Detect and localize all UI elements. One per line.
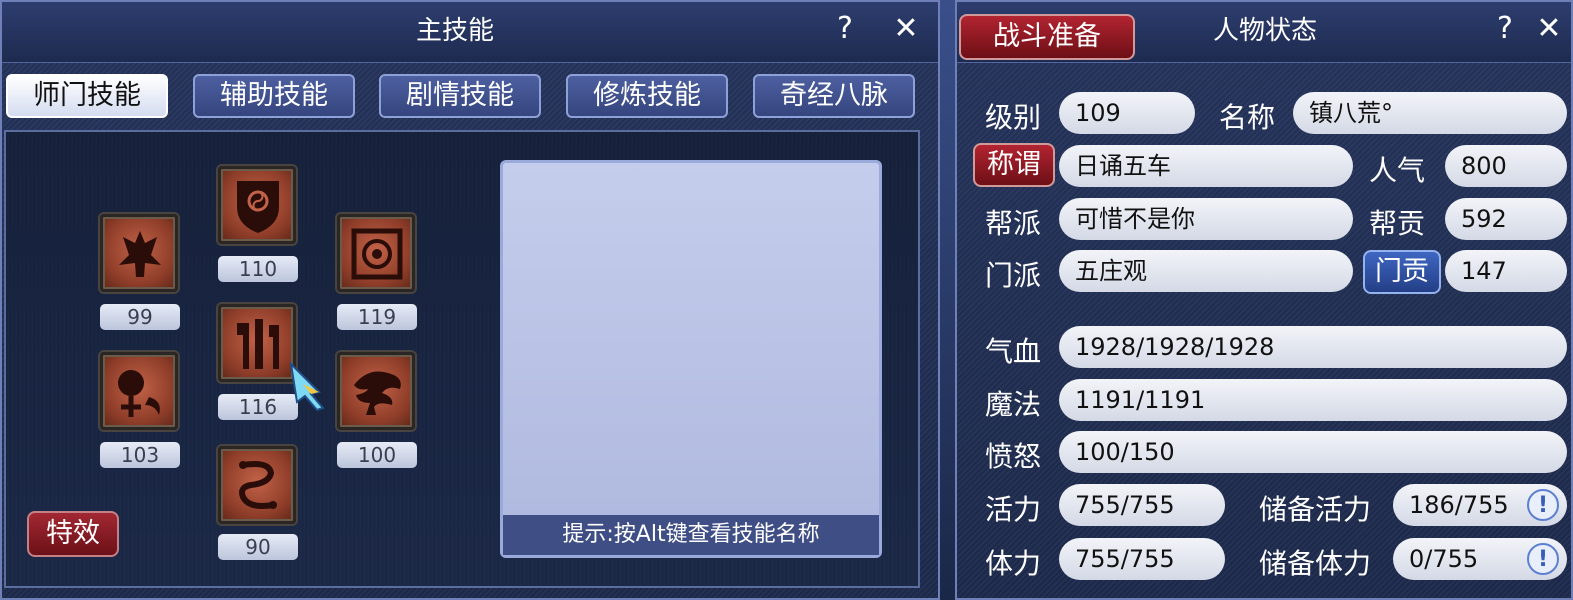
help-icon[interactable]: ? <box>825 8 865 50</box>
cursor-icon <box>289 362 325 412</box>
status-window: 战斗准备 人物状态 ? ✕ 级别 109 名称 镇八荒° 称谓 日诵五车 人气 … <box>955 0 1573 600</box>
tab-meridians[interactable]: 奇经八脉 <box>753 74 915 118</box>
effects-button[interactable]: 特效 <box>27 511 119 557</box>
sect-contribution-button[interactable]: 门贡 <box>1363 250 1441 294</box>
vitality-label: 活力 <box>985 493 1042 526</box>
sect-value: 五庄观 <box>1059 250 1353 292</box>
skill-level: 110 <box>218 256 298 282</box>
skill-level: 116 <box>218 394 298 420</box>
hp-label: 气血 <box>985 335 1042 368</box>
info-icon[interactable]: ! <box>1527 543 1559 575</box>
close-icon[interactable]: ✕ <box>886 8 926 50</box>
info-icon[interactable]: ! <box>1527 489 1559 521</box>
popularity-value: 800 <box>1445 145 1567 187</box>
skill-level: 99 <box>100 304 180 330</box>
sealed-talisman-icon[interactable] <box>337 214 415 292</box>
gang-contribution-value: 592 <box>1445 198 1567 240</box>
sect-contribution-value: 147 <box>1445 250 1567 292</box>
chain-links-icon[interactable] <box>218 446 296 524</box>
mp-label: 魔法 <box>985 388 1042 421</box>
tab-sect-skills[interactable]: 师门技能 <box>6 74 168 118</box>
name-label: 名称 <box>1219 101 1276 134</box>
close-icon[interactable]: ✕ <box>1529 8 1569 50</box>
orb-crescent-icon[interactable] <box>100 352 178 430</box>
skills-window: 主技能 ? ✕ 师门技能 辅助技能 剧情技能 修炼技能 奇经八脉 99 110 … <box>0 0 940 600</box>
skill-level: 90 <box>218 534 298 560</box>
status-titlebar[interactable]: 战斗准备 人物状态 ? ✕ <box>957 2 1571 63</box>
title-button[interactable]: 称谓 <box>973 143 1055 187</box>
skills-window-title: 主技能 <box>416 16 495 46</box>
tab-support-skills[interactable]: 辅助技能 <box>193 74 355 118</box>
name-value: 镇八荒° <box>1293 92 1567 134</box>
sect-label: 门派 <box>985 259 1042 292</box>
skills-titlebar[interactable]: 主技能 ? ✕ <box>2 2 938 63</box>
gang-label: 帮派 <box>985 207 1042 240</box>
title-value: 日诵五车 <box>1059 145 1353 187</box>
reserve-stamina-label: 储备体力 <box>1259 547 1372 580</box>
stamina-label: 体力 <box>985 547 1042 580</box>
mp-value: 1191/1191 <box>1059 379 1567 421</box>
alt-hint-text: 提示:按Alt键查看技能名称 <box>503 515 879 555</box>
rage-value: 100/150 <box>1059 431 1567 473</box>
status-window-title: 人物状态 <box>1213 16 1318 46</box>
gang-value: 可惜不是你 <box>1059 198 1353 240</box>
background-strip <box>940 0 955 600</box>
skill-level: 103 <box>100 442 180 468</box>
skill-level: 119 <box>337 304 417 330</box>
hp-value: 1928/1928/1928 <box>1059 326 1567 368</box>
winged-idol-icon[interactable] <box>100 214 178 292</box>
yin-yang-shield-icon[interactable] <box>218 166 296 244</box>
reserve-vitality-label: 储备活力 <box>1259 493 1372 526</box>
pillars-icon[interactable] <box>218 304 296 382</box>
gang-contribution-label: 帮贡 <box>1369 207 1426 240</box>
level-value: 109 <box>1059 92 1195 134</box>
popularity-label: 人气 <box>1369 154 1426 187</box>
battle-prep-button[interactable]: 战斗准备 <box>959 14 1135 60</box>
vitality-value: 755/755 <box>1059 484 1225 526</box>
skill-level: 100 <box>337 442 417 468</box>
tab-story-skills[interactable]: 剧情技能 <box>379 74 541 118</box>
bonsai-tree-icon[interactable] <box>337 352 415 430</box>
level-label: 级别 <box>985 101 1042 134</box>
stamina-value: 755/755 <box>1059 538 1225 580</box>
help-icon[interactable]: ? <box>1485 8 1525 50</box>
tab-cultivation-skills[interactable]: 修炼技能 <box>566 74 728 118</box>
skill-description-panel: 提示:按Alt键查看技能名称 <box>500 160 882 558</box>
rage-label: 愤怒 <box>985 440 1042 473</box>
